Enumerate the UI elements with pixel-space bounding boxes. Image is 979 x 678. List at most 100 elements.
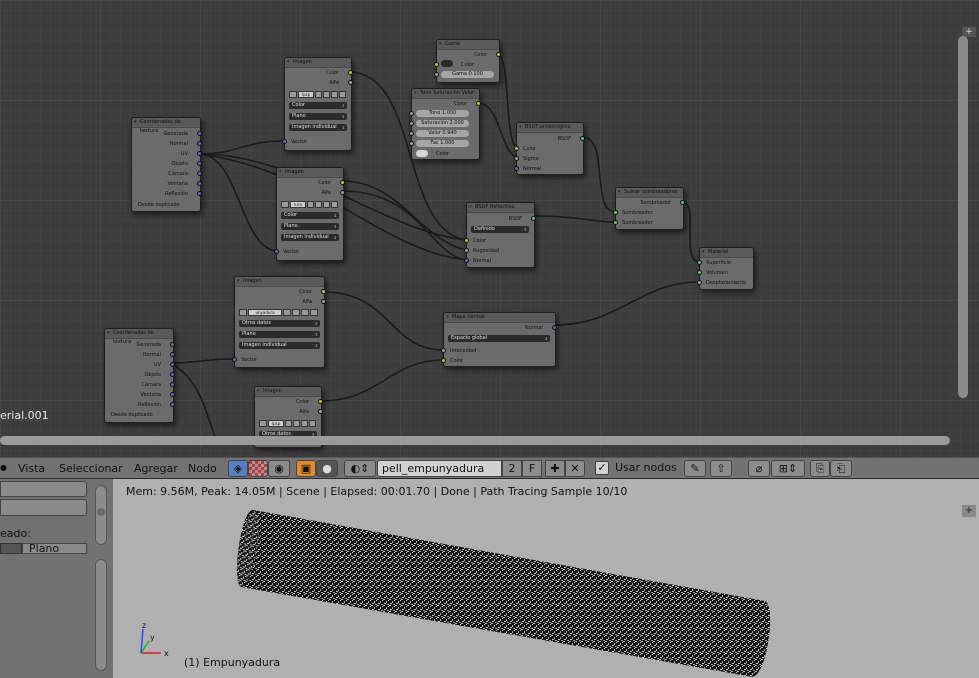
projection-option[interactable]: Plano [22, 543, 87, 554]
socket[interactable] [476, 101, 481, 106]
menu-node[interactable]: Nodo [188, 462, 217, 475]
vertical-scrollbar[interactable] [958, 36, 968, 398]
image-name[interactable]: unyadura [248, 309, 282, 316]
socket[interactable] [613, 210, 618, 215]
image-selector[interactable]: unyadura [239, 309, 318, 316]
node-image-texture[interactable]: Imagen Color Alfa lpsp Color Plano Image… [282, 57, 353, 151]
users-count[interactable]: 2 [502, 460, 522, 477]
socket[interactable] [197, 141, 202, 146]
unlink-icon[interactable]: ✕ [565, 460, 585, 477]
socket[interactable] [348, 80, 353, 85]
go-parent-icon[interactable]: ⇧ [710, 460, 732, 477]
node-gamma[interactable]: Gama Color Color Gama 0.100 [434, 39, 501, 83]
panel-toggle[interactable] [0, 543, 22, 554]
panel-field[interactable] [0, 481, 87, 497]
socket[interactable] [197, 181, 202, 186]
menu-view[interactable]: Vista [18, 462, 45, 475]
panel-scrollbar[interactable] [95, 485, 107, 545]
snap-element-icon[interactable]: ⊞⇕ [771, 460, 805, 477]
shader-nodes-icon[interactable]: ◈ [228, 460, 248, 477]
socket[interactable] [197, 161, 202, 166]
color-swatch[interactable] [441, 60, 453, 67]
socket[interactable] [496, 52, 501, 57]
socket[interactable] [170, 392, 175, 397]
3d-viewport[interactable]: Mem: 9.56M, Peak: 14.05M | Scene | Elaps… [113, 479, 979, 678]
menu-add[interactable]: Agregar [134, 462, 178, 475]
color-swatch[interactable] [416, 150, 428, 157]
socket[interactable] [697, 260, 702, 265]
socket[interactable] [274, 249, 279, 254]
socket[interactable] [170, 352, 175, 357]
socket[interactable] [321, 299, 326, 304]
node-texture-coordinates[interactable]: Coordenadas de textura Generada Normal U… [104, 328, 175, 423]
image-name[interactable]: lpsp [298, 91, 314, 98]
socket[interactable] [434, 62, 439, 67]
socket[interactable] [441, 348, 446, 353]
socket[interactable] [409, 131, 414, 136]
pin-icon[interactable]: ✎ [684, 460, 706, 477]
source-dropdown[interactable]: Imagen individual [289, 124, 347, 131]
object-icon[interactable]: ▣ [296, 460, 316, 477]
snap-toggle-icon[interactable]: ⌀ [748, 460, 770, 477]
world-icon[interactable]: ● [316, 460, 338, 477]
node-glossy-bsdf[interactable]: BSDF Reflectivo BSDF Definido Color Rugo… [464, 202, 536, 268]
projection-dropdown[interactable]: Plano [281, 223, 339, 230]
expand-icon[interactable]: + [962, 505, 976, 517]
menu-select[interactable]: Seleccionar [59, 462, 123, 475]
socket[interactable] [348, 70, 353, 75]
image-selector[interactable]: lura [281, 201, 338, 208]
socket[interactable] [197, 151, 202, 156]
socket[interactable] [580, 136, 585, 141]
image-name[interactable]: lpsp [268, 420, 284, 427]
node-image-texture[interactable]: Imagen Color Alfa unyadura Otros datos P… [232, 276, 326, 368]
source-dropdown[interactable]: Imagen individual [239, 342, 320, 349]
source-dropdown[interactable]: Imagen individual [281, 234, 339, 241]
node-add-shader[interactable]: Sumar sombreadores Sombreador Sombreador… [613, 187, 685, 230]
option-label[interactable]: Desde duplicado [138, 202, 180, 208]
socket[interactable] [531, 216, 536, 221]
socket[interactable] [232, 357, 237, 362]
projection-dropdown[interactable]: Plano [239, 331, 320, 338]
socket[interactable] [170, 372, 175, 377]
socket[interactable] [680, 200, 685, 205]
socket[interactable] [464, 238, 469, 243]
socket[interactable] [697, 280, 702, 285]
socket[interactable] [170, 382, 175, 387]
fake-user-button[interactable]: F [522, 460, 542, 477]
socket[interactable] [318, 399, 323, 404]
texture-nodes-icon[interactable] [248, 460, 268, 477]
material-name-field[interactable]: pell_empunyadura [377, 460, 502, 477]
menu-arrow-icon[interactable]: ● [0, 463, 7, 472]
color-dropdown[interactable]: Color [281, 212, 339, 219]
socket[interactable] [464, 258, 469, 263]
socket[interactable] [321, 289, 326, 294]
socket[interactable] [697, 270, 702, 275]
socket[interactable] [170, 342, 175, 347]
projection-dropdown[interactable]: Plano [289, 113, 347, 120]
image-name[interactable]: lura [290, 201, 306, 208]
socket[interactable] [514, 166, 519, 171]
gamma-field[interactable]: Gama 0.100 [441, 71, 494, 78]
node-material-output[interactable]: Material Superficie Volumen Desplazamien… [697, 247, 754, 290]
color-dropdown[interactable]: Color [289, 102, 347, 109]
image-selector[interactable]: lpsp [259, 420, 316, 427]
socket[interactable] [340, 180, 345, 185]
socket[interactable] [409, 121, 414, 126]
socket[interactable] [197, 131, 202, 136]
socket[interactable] [613, 220, 618, 225]
socket[interactable] [282, 139, 287, 144]
saturation-field[interactable]: Saturación 2.000 [416, 120, 469, 127]
compositing-nodes-icon[interactable]: ◉ [268, 460, 290, 477]
socket[interactable] [464, 248, 469, 253]
socket[interactable] [197, 171, 202, 176]
value-field[interactable]: Valor 0.940 [416, 130, 469, 137]
node-image-texture[interactable]: Imagen Color Alfa lura Color Plano Image… [274, 167, 345, 261]
socket[interactable] [170, 402, 175, 407]
socket[interactable] [318, 409, 323, 414]
panel-field[interactable] [0, 499, 87, 516]
socket[interactable] [340, 190, 345, 195]
node-normal-map[interactable]: Mapa normal Normal Espacio global Intens… [441, 312, 557, 367]
space-dropdown[interactable]: Espacio global [448, 335, 550, 342]
material-browse-icon[interactable]: ◐⇕ [344, 460, 376, 477]
socket[interactable] [552, 325, 557, 330]
